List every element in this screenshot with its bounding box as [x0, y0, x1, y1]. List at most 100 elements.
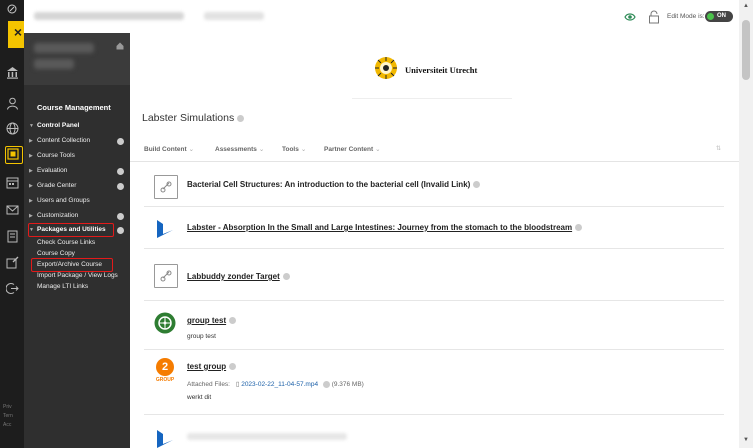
chevron-down-icon: ⌄ — [258, 146, 265, 153]
course-title-area — [24, 33, 130, 85]
browser-window: Priv Tern Acc × Edit Mode is: ON Course … — [0, 0, 753, 448]
menu-manage-lti-links[interactable]: Manage LTI Links — [37, 281, 88, 292]
group-number-icon: 2 GROUP — [154, 358, 176, 384]
student-preview-icon[interactable] — [624, 11, 636, 23]
content-item: Bacterial Cell Structures: An introducti… — [144, 166, 724, 207]
edit-mode-toggle[interactable]: ON — [705, 11, 733, 22]
collapsed-caret-icon: ▶ — [29, 213, 33, 219]
university-name: Universiteit Utrecht — [405, 65, 478, 75]
reorder-icon[interactable]: ⇅ — [716, 145, 721, 152]
breadcrumb-redacted-2 — [204, 12, 264, 20]
link-doc-icon — [154, 175, 178, 199]
collapsed-caret-icon: ▶ — [29, 198, 33, 204]
options-icon[interactable] — [575, 224, 583, 232]
options-icon[interactable] — [229, 317, 237, 325]
menu-import-package[interactable]: Import Package / View Logs — [37, 270, 118, 281]
menu-users-and-groups[interactable]: ▶ Users and Groups — [29, 195, 90, 207]
menu-content-collection[interactable]: ▶ Content Collection — [29, 135, 90, 147]
assessments-menu[interactable]: Assessments ⌄ — [215, 145, 264, 153]
chevron-down-icon: ⌄ — [375, 146, 381, 153]
lock-icon[interactable] — [648, 10, 660, 24]
content-item-title[interactable]: Labster - Absorption In the Small and La… — [187, 223, 583, 232]
page-title: Labster Simulations — [142, 112, 245, 124]
tools-menu[interactable]: Tools ⌄ — [282, 145, 306, 153]
content-item-description: werkt dit — [187, 394, 212, 401]
chevron-down-icon: ⌄ — [300, 146, 307, 153]
file-icon: ▯ — [235, 381, 240, 388]
course-menu: Course Management ▼ Control Panel ▶ Conten… — [24, 33, 130, 448]
attached-file-size: (9.376 MB) — [331, 381, 364, 388]
menu-control-panel[interactable]: ▼ Control Panel — [29, 120, 79, 132]
scroll-down-icon[interactable]: ▼ — [743, 437, 749, 443]
globe-icon[interactable] — [6, 122, 19, 135]
content-item — [144, 424, 724, 448]
messages-icon[interactable] — [6, 203, 19, 216]
options-icon[interactable] — [117, 213, 124, 220]
options-icon[interactable] — [237, 114, 245, 122]
menu-grade-center[interactable]: ▶ Grade Center — [29, 180, 76, 192]
options-icon[interactable] — [117, 138, 124, 145]
toggle-knob — [707, 13, 714, 20]
content-item-title-partial[interactable] — [187, 433, 347, 440]
menu-course-tools[interactable]: ▶ Course Tools — [29, 150, 75, 162]
footer-link-terms[interactable]: Tern — [3, 413, 13, 419]
footer-link-privacy[interactable]: Priv — [3, 404, 12, 410]
course-header-bar: Edit Mode is: ON — [24, 0, 739, 34]
options-icon[interactable] — [117, 227, 124, 234]
breadcrumb-redacted — [34, 12, 184, 20]
options-icon[interactable] — [322, 380, 330, 388]
pin-icon[interactable] — [7, 4, 17, 14]
menu-customization[interactable]: ▶ Customization — [29, 210, 78, 222]
options-icon[interactable] — [117, 168, 124, 175]
global-nav-rail: Priv Tern Acc — [0, 0, 24, 448]
menu-check-course-links[interactable]: Check Course Links — [37, 237, 95, 248]
collapsed-caret-icon: ▶ — [29, 153, 33, 159]
grades-icon[interactable] — [6, 230, 19, 243]
courses-icon[interactable] — [7, 148, 19, 160]
options-icon[interactable] — [117, 183, 124, 190]
content-item-description: group test — [187, 333, 216, 340]
content-item-title[interactable]: test group — [187, 362, 237, 371]
course-banner: Universiteit Utrecht — [352, 36, 512, 99]
course-name-redacted — [34, 43, 94, 53]
partner-content-menu[interactable]: Partner Content ⌄ — [324, 145, 381, 153]
home-icon[interactable] — [116, 42, 124, 50]
content-area: Universiteit Utrecht Labster Simulations… — [130, 33, 739, 448]
chevron-down-icon: ⌄ — [188, 146, 195, 153]
group-label: GROUP — [155, 377, 175, 383]
expanded-caret-icon: ▼ — [29, 123, 34, 129]
labster-logo-icon — [157, 430, 173, 448]
build-content-menu[interactable]: Build Content ⌄ — [144, 145, 194, 153]
scroll-up-icon[interactable]: ▲ — [743, 3, 749, 9]
content-item-title[interactable]: group test — [187, 316, 237, 325]
course-id-redacted — [34, 59, 74, 69]
institution-icon[interactable] — [6, 66, 19, 79]
attached-files: Attached Files: ▯ 2023-02-22_11-04-57.mp… — [187, 380, 364, 388]
tools-edit-icon[interactable] — [6, 256, 19, 269]
attached-file-link[interactable]: 2023-02-22_11-04-57.mp4 — [241, 381, 318, 388]
profile-icon[interactable] — [6, 97, 19, 110]
content-item-title[interactable]: Labbuddy zonder Target — [187, 272, 290, 281]
options-icon[interactable] — [229, 363, 237, 371]
highlight-packages-box — [28, 223, 114, 237]
content-item: Labster - Absorption In the Small and La… — [144, 208, 724, 249]
collapsed-caret-icon: ▶ — [29, 138, 33, 144]
collapsed-caret-icon: ▶ — [29, 168, 33, 174]
action-bar: Build Content ⌄ Assessments ⌄ Tools ⌄ Partn… — [130, 137, 739, 162]
sign-out-icon[interactable] — [6, 282, 19, 295]
labster-logo-icon — [157, 220, 173, 238]
course-management-title: Course Management — [37, 103, 111, 112]
options-icon[interactable] — [473, 181, 481, 189]
menu-evaluation[interactable]: ▶ Evaluation — [29, 165, 67, 177]
edit-mode-label: Edit Mode is: — [667, 13, 705, 20]
edit-mode-state: ON — [717, 13, 726, 19]
group-badge-icon — [154, 312, 176, 334]
scroll-thumb[interactable] — [742, 20, 750, 80]
link-doc-icon — [154, 264, 178, 288]
calendar-icon[interactable] — [6, 176, 19, 189]
content-item-title[interactable]: Bacterial Cell Structures: An introducti… — [187, 180, 481, 189]
footer-link-accessibility[interactable]: Acc — [3, 422, 11, 428]
page-scrollbar[interactable]: ▲ ▼ — [739, 0, 753, 448]
content-item: group test group test — [144, 303, 724, 350]
options-icon[interactable] — [282, 273, 290, 281]
